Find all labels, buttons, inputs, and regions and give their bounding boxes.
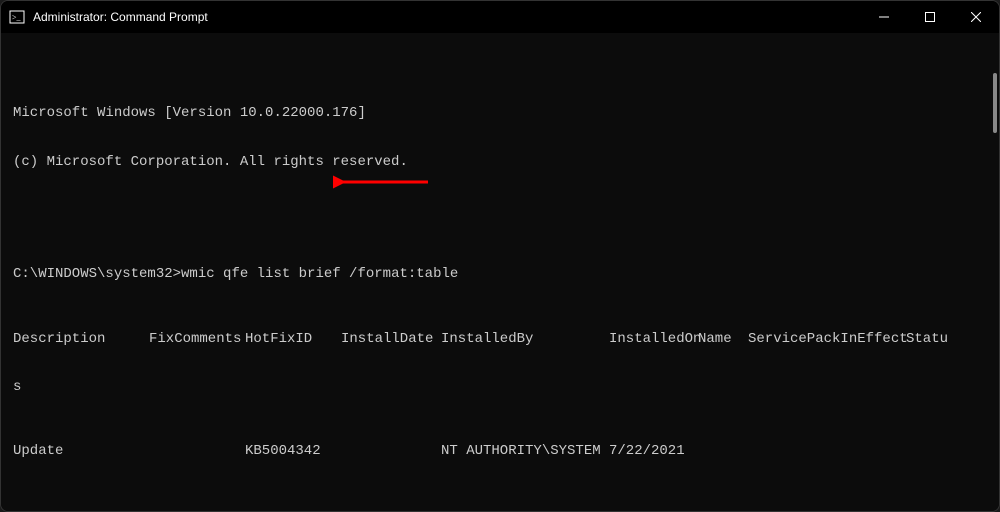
prompt-line-1: C:\WINDOWS\system32>wmic qfe list brief …: [13, 266, 987, 282]
svg-text:>_: >_: [12, 13, 22, 22]
banner-line-1: Microsoft Windows [Version 10.0.22000.17…: [13, 105, 987, 121]
hdr-installdate: InstallDate: [341, 331, 441, 347]
banner-line-2: (c) Microsoft Corporation. All rights re…: [13, 154, 987, 170]
hdr-status-wrap: s: [13, 379, 987, 395]
hdr-installedon: InstalledOn: [609, 331, 698, 347]
hdr-name: Name: [698, 331, 748, 347]
cell-installedon: 7/22/2021: [609, 443, 698, 459]
hdr-fixcomments: FixComments: [149, 331, 245, 347]
prompt-path: C:\WINDOWS\system32>: [13, 266, 181, 282]
annotation-arrow-icon: [333, 172, 433, 192]
blank: [13, 202, 987, 218]
command-text: wmic qfe list brief /format:table: [181, 266, 458, 282]
window-title: Administrator: Command Prompt: [33, 10, 208, 24]
hdr-installedby: InstalledBy: [441, 331, 609, 347]
hdr-spe: ServicePackInEffect: [748, 331, 906, 347]
cell-hotfixid: KB5004342: [245, 443, 341, 459]
titlebar-left: >_ Administrator: Command Prompt: [9, 9, 208, 25]
table-header-row: Description FixComments HotFixID Install…: [13, 331, 987, 347]
close-button[interactable]: [953, 1, 999, 33]
cell-installdate: [341, 443, 441, 459]
window-controls: [861, 1, 999, 33]
command-prompt-window: >_ Administrator: Command Prompt Microso…: [0, 0, 1000, 512]
table-row: Update KB5004342 NT AUTHORITY\SYSTEM 7/2…: [13, 443, 987, 459]
cell-fixcomments: [149, 443, 245, 459]
maximize-button[interactable]: [907, 1, 953, 33]
hdr-status-part: Statu: [906, 331, 948, 347]
cell-installedby: NT AUTHORITY\SYSTEM: [441, 443, 609, 459]
hdr-hotfixid: HotFixID: [245, 331, 341, 347]
scrollbar[interactable]: [993, 73, 997, 133]
cmd-icon: >_: [9, 9, 25, 25]
cell-description: Update: [13, 443, 149, 459]
minimize-button[interactable]: [861, 1, 907, 33]
titlebar: >_ Administrator: Command Prompt: [1, 1, 999, 33]
blank: [13, 492, 987, 508]
terminal-area[interactable]: Microsoft Windows [Version 10.0.22000.17…: [1, 33, 999, 511]
hdr-description: Description: [13, 331, 149, 347]
